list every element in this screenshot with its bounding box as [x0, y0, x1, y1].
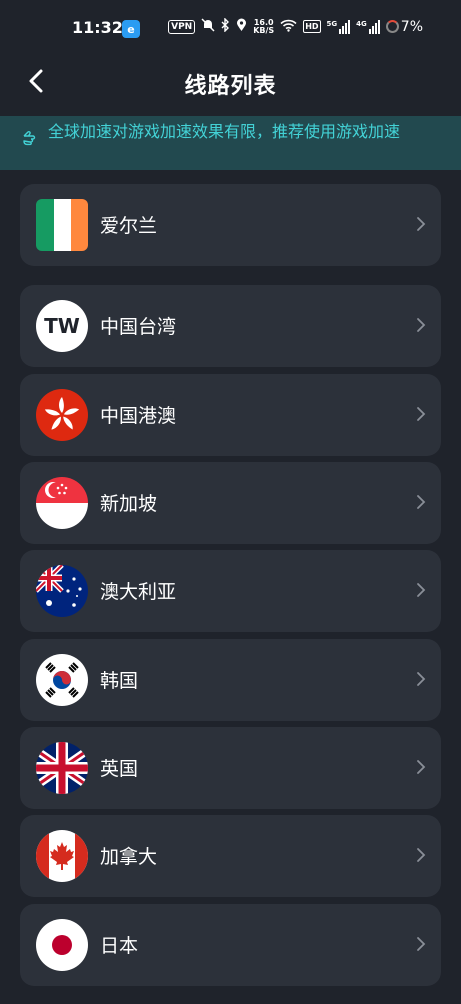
region-row-singapore[interactable]: 新加坡 — [20, 462, 441, 544]
region-label: 中国台湾 — [100, 316, 177, 338]
region-row-canada[interactable]: 加拿大 — [20, 815, 441, 897]
region-label: 爱尔兰 — [100, 215, 158, 237]
chevron-right-icon — [417, 583, 426, 597]
battery-icon — [385, 20, 399, 33]
chevron-right-icon — [417, 937, 426, 951]
region-label: 澳大利亚 — [100, 581, 177, 603]
location-icon — [236, 18, 247, 35]
region-label: 中国港澳 — [100, 405, 177, 427]
chevron-right-icon — [417, 760, 426, 774]
singapore-flag-icon — [36, 477, 88, 529]
canada-flag-icon — [36, 830, 88, 882]
status-icons: VPN 16.0 KB/S HD 5G 4G 7% — [168, 17, 423, 35]
pointing-hand-icon — [22, 128, 42, 170]
australia-flag-icon — [36, 565, 88, 617]
region-row-japan[interactable]: 日本 — [20, 904, 441, 986]
chevron-right-icon — [417, 672, 426, 686]
uk-flag-icon — [36, 742, 88, 794]
signal-4g-icon: 4G — [356, 19, 380, 34]
network-speed: 16.0 KB/S — [253, 18, 275, 35]
header: 线路列表 — [0, 60, 461, 112]
vpn-icon: VPN — [168, 19, 196, 34]
network-speed-unit: KB/S — [253, 25, 275, 35]
japan-flag-icon — [36, 919, 88, 971]
chevron-right-icon — [417, 407, 426, 421]
chevron-right-icon — [417, 318, 426, 332]
region-row-ireland[interactable]: 爱尔兰 — [20, 184, 441, 266]
region-row-korea[interactable]: 韩国 — [20, 639, 441, 721]
region-row-uk[interactable]: 英国 — [20, 727, 441, 809]
tw-flag-text: TW — [44, 314, 80, 338]
korea-flag-icon — [36, 654, 88, 706]
chevron-right-icon — [417, 495, 426, 509]
chevron-right-icon — [417, 217, 426, 231]
chevron-right-icon — [417, 848, 426, 862]
tw-flag-icon: TW — [36, 300, 88, 352]
status-time: 11:32 — [72, 18, 123, 37]
region-row-hongkong[interactable]: 中国港澳 — [20, 374, 441, 456]
signal-4g-label: 4G — [356, 19, 367, 28]
signal-5g-icon: 5G — [326, 19, 351, 34]
hd-icon: HD — [303, 20, 321, 33]
page-title: 线路列表 — [184, 74, 277, 99]
hong-kong-flag-icon — [36, 389, 88, 441]
region-row-taiwan[interactable]: TW 中国台湾 — [20, 285, 441, 367]
bluetooth-icon — [221, 17, 230, 35]
region-label: 日本 — [100, 935, 139, 957]
region-label: 新加坡 — [100, 493, 158, 515]
mute-icon — [201, 18, 215, 35]
notice-text: 全球加速对游戏加速效果有限，推荐使用游戏加速 — [48, 122, 401, 141]
battery-percent: 7% — [400, 18, 423, 35]
app-notification-icon: e — [122, 20, 140, 38]
ireland-flag-icon — [36, 199, 88, 251]
notice-banner: 全球加速对游戏加速效果有限，推荐使用游戏加速 — [0, 116, 461, 170]
status-bar: 11:32 e VPN 16.0 KB/S HD 5G 4G 7% — [0, 0, 461, 60]
signal-5g-label: 5G — [326, 19, 338, 28]
wifi-icon — [280, 19, 297, 35]
region-label: 韩国 — [100, 670, 139, 692]
region-label: 加拿大 — [100, 846, 158, 868]
region-row-australia[interactable]: 澳大利亚 — [20, 550, 441, 632]
battery-indicator: 7% — [385, 18, 423, 35]
region-label: 英国 — [100, 758, 139, 780]
